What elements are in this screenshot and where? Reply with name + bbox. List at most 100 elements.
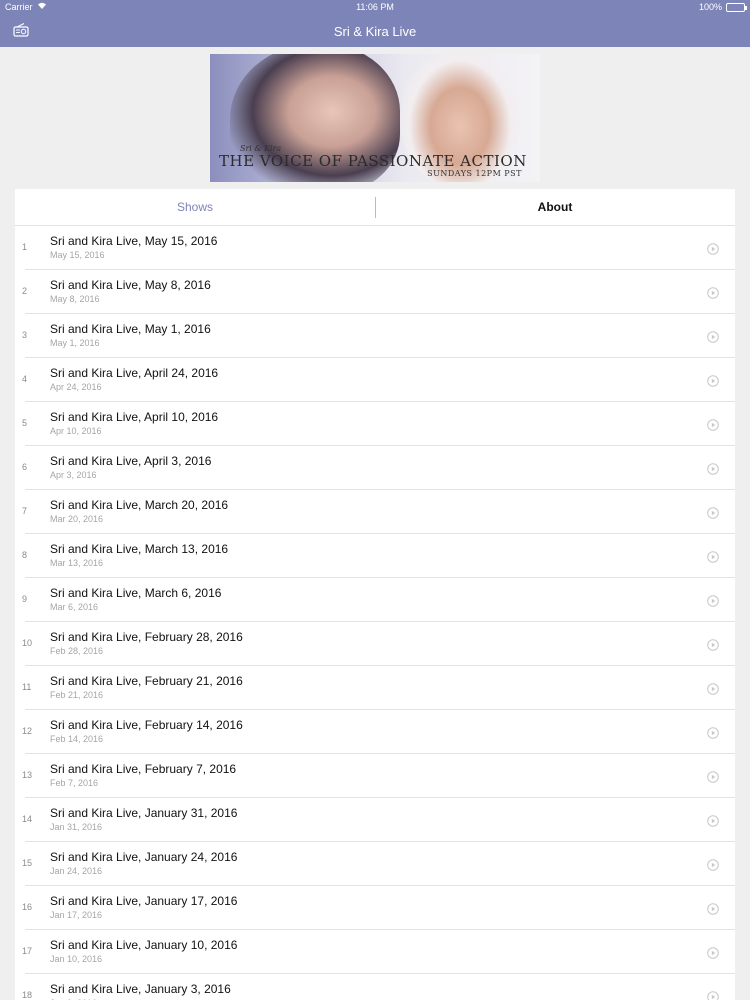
play-circle-icon[interactable] [707,770,719,783]
episode-title: Sri and Kira Live, May 1, 2016 [50,322,211,336]
episode-title: Sri and Kira Live, January 3, 2016 [50,982,231,996]
page-title: Sri & Kira Live [333,24,417,39]
play-circle-icon[interactable] [707,286,719,299]
play-circle-icon[interactable] [707,462,719,475]
episode-title: Sri and Kira Live, April 10, 2016 [50,410,219,424]
episode-row[interactable]: 5 Sri and Kira Live, April 10, 2016 Apr 10… [15,402,735,446]
play-circle-icon[interactable] [707,550,719,563]
episode-number: 8 [22,550,28,560]
episode-title: Sri and Kira Live, May 15, 2016 [50,234,218,248]
status-bar: Carrier 11:06 PM 100% [0,0,750,15]
episode-row[interactable]: 17 Sri and Kira Live, January 10, 2016 Jan… [15,930,735,974]
episode-row[interactable]: 15 Sri and Kira Live, January 24, 2016 Jan… [15,842,735,886]
episode-date: Feb 14, 2016 [50,734,104,744]
banner-schedule: SUNDAYS 12PM PST [427,169,522,178]
episode-number: 7 [22,506,28,516]
banner-tagline: THE VOICE OF PASSIONATE ACTION [219,152,527,170]
episode-row[interactable]: 10 Sri and Kira Live, February 28, 2016 Fe… [15,622,735,666]
episode-date: Feb 28, 2016 [50,646,104,656]
episode-date: Mar 20, 2016 [50,514,104,524]
play-circle-icon[interactable] [707,990,719,1000]
segmented-tabs: Shows About [15,189,735,226]
episode-row[interactable]: 11 Sri and Kira Live, February 21, 2016 Fe… [15,666,735,710]
play-circle-icon[interactable] [707,594,719,607]
episode-row[interactable]: 2 Sri and Kira Live, May 8, 2016 May 8, 20… [15,270,735,314]
play-circle-icon[interactable] [707,638,719,651]
show-banner: Sri & Kira THE VOICE OF PASSIONATE ACTIO… [210,54,540,182]
episode-row[interactable]: 8 Sri and Kira Live, March 13, 2016 Mar 13… [15,534,735,578]
episode-title: Sri and Kira Live, April 24, 2016 [50,366,219,380]
play-circle-icon[interactable] [707,858,719,871]
episode-date: Jan 24, 2016 [50,866,103,876]
battery-icon [726,3,747,12]
episode-row[interactable]: 9 Sri and Kira Live, March 6, 2016 Mar 6, … [15,578,735,622]
episode-date: Apr 10, 2016 [50,426,102,436]
play-circle-icon[interactable] [707,946,719,959]
episode-date: Feb 7, 2016 [50,778,99,788]
episode-date: Apr 24, 2016 [50,382,102,392]
episode-number: 10 [22,638,33,648]
tab-shows[interactable]: Shows [15,189,375,226]
play-circle-icon[interactable] [707,814,719,827]
episode-title: Sri and Kira Live, January 10, 2016 [50,938,238,952]
episode-number: 2 [22,286,28,296]
episode-list: 1 Sri and Kira Live, May 15, 2016 May 15, … [15,226,735,1000]
episode-number: 4 [22,374,28,384]
episode-title: Sri and Kira Live, February 28, 2016 [50,630,243,644]
episode-row[interactable]: 18Sri and Kira Live, January 3, 2016Jan … [15,974,735,1000]
episode-date: Mar 6, 2016 [50,602,99,612]
episode-number: 11 [22,682,32,692]
episode-row[interactable]: 6 Sri and Kira Live, April 3, 2016 Apr 3, … [15,446,735,490]
episode-date: May 8, 2016 [50,294,100,304]
episode-number: 17 [22,946,33,956]
episode-row[interactable]: 3 Sri and Kira Live, May 1, 2016 May 1, 20… [15,314,735,358]
episode-number: 1 [22,242,28,252]
episode-title: Sri and Kira Live, March 20, 2016 [50,498,229,512]
tab-about[interactable]: About [375,189,735,226]
episode-title: Sri and Kira Live, February 7, 2016 [50,762,237,776]
play-circle-icon[interactable] [707,374,719,387]
episode-number: 13 [22,770,33,780]
episode-number: 12 [22,726,33,736]
play-circle-icon[interactable] [707,506,719,519]
episode-row[interactable]: 13 Sri and Kira Live, February 7, 2016 Feb… [15,754,735,798]
play-circle-icon[interactable] [707,418,719,431]
episode-number: 16 [22,902,33,912]
episode-row[interactable]: 14 Sri and Kira Live, January 31, 2016 Jan… [15,798,735,842]
play-circle-icon[interactable] [707,726,719,739]
episode-date: May 15, 2016 [50,250,105,260]
status-time: 11:06 PM [356,2,394,12]
episode-row[interactable]: 7 Sri and Kira Live, March 20, 2016 Mar 20… [15,490,735,534]
episode-date: May 1, 2016 [50,338,100,348]
episode-date: Jan 10, 2016 [50,954,103,964]
episode-number: 9 [22,594,28,604]
battery-percent: 100% [698,2,722,12]
episode-number: 18 [22,990,33,1000]
episode-date: Mar 13, 2016 [50,558,104,568]
episode-row[interactable]: 4 Sri and Kira Live, April 24, 2016 Apr 24… [15,358,735,402]
episode-title: Sri and Kira Live, March 13, 2016 [50,542,229,556]
episode-date: Jan 17, 2016 [50,910,103,920]
episode-row[interactable]: 1 Sri and Kira Live, May 15, 2016 May 15, … [15,226,735,270]
episode-date: Jan 31, 2016 [50,822,103,832]
play-circle-icon[interactable] [707,242,719,255]
episode-number: 14 [22,814,33,824]
episode-row[interactable]: 12 Sri and Kira Live, February 14, 2016 Fe… [15,710,735,754]
episode-title: Sri and Kira Live, January 17, 2016 [50,894,238,908]
episode-title: Sri and Kira Live, January 24, 2016 [50,850,238,864]
play-circle-icon[interactable] [707,682,719,695]
episode-number: 15 [22,858,33,868]
play-circle-icon[interactable] [707,330,719,343]
episode-title: Sri and Kira Live, April 3, 2016 [50,454,212,468]
episode-number: 5 [22,418,28,428]
episode-row[interactable]: 16 Sri and Kira Live, January 17, 2016 Jan… [15,886,735,930]
episode-number: 6 [22,462,28,472]
episode-title: Sri and Kira Live, January 31, 2016 [50,806,238,820]
episode-title: Sri and Kira Live, February 14, 2016 [50,718,243,732]
play-circle-icon[interactable] [707,902,719,915]
episode-title: Sri and Kira Live, March 6, 2016 [50,586,222,600]
episode-number: 3 [22,330,28,340]
episode-title: Sri and Kira Live, May 8, 2016 [50,278,211,292]
episode-title: Sri and Kira Live, February 21, 2016 [50,674,243,688]
episode-date: Apr 3, 2016 [50,470,97,480]
